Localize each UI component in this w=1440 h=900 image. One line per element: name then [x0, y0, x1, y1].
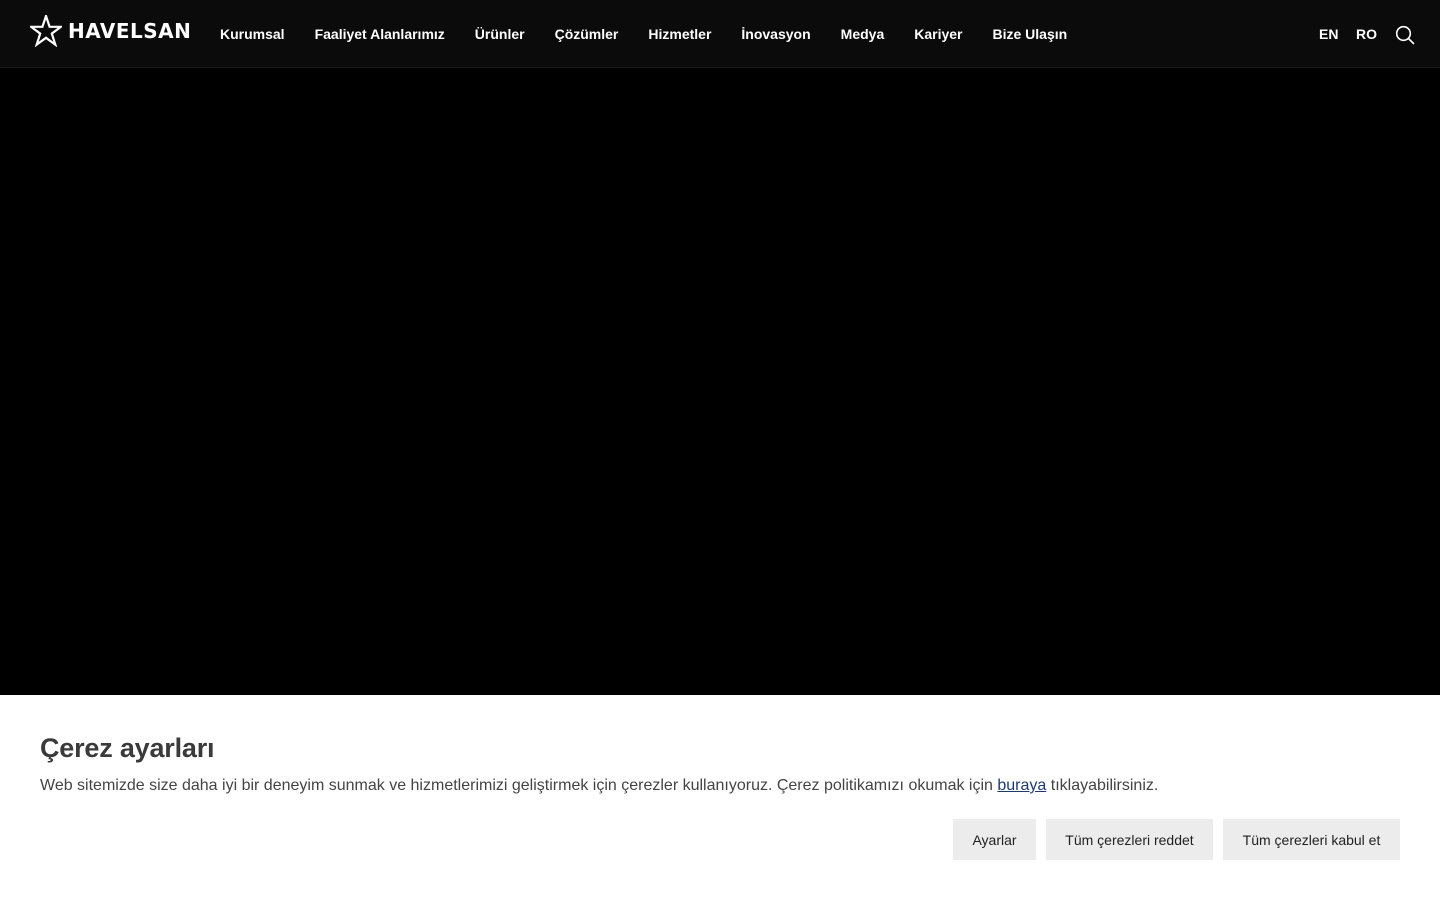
- brand-name: HAVELSAN: [68, 19, 192, 43]
- cookie-banner: Çerez ayarları Web sitemizde size daha i…: [0, 695, 1440, 900]
- cookie-text-before: Web sitemizde size daha iyi bir deneyim …: [40, 777, 998, 794]
- search-button[interactable]: [1395, 25, 1415, 45]
- search-icon: [1395, 25, 1415, 45]
- cookie-policy-link[interactable]: buraya: [997, 777, 1046, 794]
- nav-item-kariyer[interactable]: Kariyer: [914, 26, 962, 42]
- language-ro-link[interactable]: RO: [1356, 0, 1377, 68]
- cookie-banner-title: Çerez ayarları: [40, 733, 215, 763]
- hero-media-area: [0, 68, 1440, 695]
- main-nav: Kurumsal Faaliyet Alanlarımız Ürünler Çö…: [220, 0, 1097, 68]
- nav-item-urunler[interactable]: Ürünler: [475, 26, 525, 42]
- nav-item-inovasyon[interactable]: İnovasyon: [741, 26, 810, 42]
- nav-item-bize-ulasin[interactable]: Bize Ulaşın: [993, 26, 1068, 42]
- star-logo-icon: [30, 15, 62, 47]
- accept-all-cookies-button[interactable]: Tüm çerezleri kabul et: [1223, 819, 1400, 860]
- site-header: HAVELSAN Kurumsal Faaliyet Alanlarımız Ü…: [0, 0, 1440, 68]
- nav-item-medya[interactable]: Medya: [841, 26, 885, 42]
- nav-item-cozumler[interactable]: Çözümler: [555, 26, 619, 42]
- havelsan-logo[interactable]: HAVELSAN: [30, 15, 191, 47]
- language-en-link[interactable]: EN: [1319, 0, 1338, 68]
- cookie-banner-text: Web sitemizde size daha iyi bir deneyim …: [40, 777, 1158, 795]
- nav-item-hizmetler[interactable]: Hizmetler: [648, 26, 711, 42]
- reject-all-cookies-button[interactable]: Tüm çerezleri reddet: [1046, 819, 1213, 860]
- cookie-settings-button[interactable]: Ayarlar: [953, 819, 1036, 860]
- nav-item-faaliyet-alanlari[interactable]: Faaliyet Alanlarımız: [315, 26, 445, 42]
- nav-item-kurumsal[interactable]: Kurumsal: [220, 26, 285, 42]
- cookie-text-after: tıklayabilirsiniz.: [1046, 777, 1159, 794]
